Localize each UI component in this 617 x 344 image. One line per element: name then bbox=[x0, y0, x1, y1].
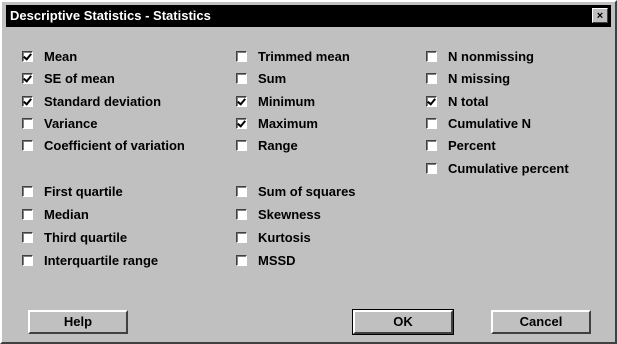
checkbox-label: Cumulative percent bbox=[448, 160, 569, 176]
checkbox-box[interactable] bbox=[22, 208, 33, 220]
checkbox-box[interactable] bbox=[22, 95, 33, 107]
checkbox-box[interactable] bbox=[236, 95, 247, 107]
checkbox-box[interactable] bbox=[426, 162, 437, 174]
checkbox-box[interactable] bbox=[236, 231, 247, 243]
checkbox-label: Coefficient of variation bbox=[44, 137, 185, 153]
checkbox-minimum[interactable]: Minimum bbox=[236, 92, 315, 110]
checkbox-cumulative-percent[interactable]: Cumulative percent bbox=[426, 159, 569, 177]
checkbox-box[interactable] bbox=[22, 50, 33, 62]
checkbox-label: Sum of squares bbox=[258, 183, 356, 199]
checkbox-label: Median bbox=[44, 206, 89, 222]
checkbox-box[interactable] bbox=[426, 139, 437, 151]
checkbox-n-missing[interactable]: N missing bbox=[426, 69, 510, 87]
checkbox-box[interactable] bbox=[22, 231, 33, 243]
checkbox-coefficient-of-variation[interactable]: Coefficient of variation bbox=[22, 136, 185, 154]
checkbox-label: N missing bbox=[448, 70, 511, 86]
checkbox-skewness[interactable]: Skewness bbox=[236, 205, 321, 223]
descriptive-statistics-dialog: Descriptive Statistics - Statistics × Me… bbox=[0, 0, 617, 344]
checkbox-label: Range bbox=[258, 137, 298, 153]
checkbox-label: Cumulative N bbox=[448, 115, 532, 131]
checkbox-box[interactable] bbox=[22, 254, 33, 266]
checkbox-label: Sum bbox=[258, 70, 287, 86]
checkbox-se-of-mean[interactable]: SE of mean bbox=[22, 69, 115, 87]
checkbox-label: N total bbox=[448, 93, 489, 109]
checkbox-sum[interactable]: Sum bbox=[236, 69, 286, 87]
checkbox-label: Interquartile range bbox=[44, 252, 159, 268]
checkbox-box[interactable] bbox=[22, 139, 33, 151]
checkbox-first-quartile[interactable]: First quartile bbox=[22, 182, 123, 200]
checkbox-percent[interactable]: Percent bbox=[426, 136, 496, 154]
checkbox-label: Variance bbox=[44, 115, 98, 131]
checkbox-box[interactable] bbox=[236, 208, 247, 220]
checkbox-kurtosis[interactable]: Kurtosis bbox=[236, 228, 311, 246]
checkbox-label: First quartile bbox=[44, 183, 123, 199]
help-button[interactable]: Help bbox=[28, 310, 128, 334]
checkbox-box[interactable] bbox=[22, 185, 33, 197]
checkbox-median[interactable]: Median bbox=[22, 205, 89, 223]
checkbox-label: Percent bbox=[448, 137, 496, 153]
checkbox-label: MSSD bbox=[258, 252, 296, 268]
checkbox-label: Trimmed mean bbox=[258, 48, 350, 64]
checkbox-box[interactable] bbox=[22, 117, 33, 129]
checkbox-box[interactable] bbox=[426, 95, 437, 107]
checkbox-box[interactable] bbox=[236, 139, 247, 151]
checkbox-box[interactable] bbox=[22, 72, 33, 84]
cancel-button[interactable]: Cancel bbox=[491, 310, 591, 334]
checkbox-maximum[interactable]: Maximum bbox=[236, 114, 318, 132]
checkbox-box[interactable] bbox=[426, 117, 437, 129]
checkbox-label: Mean bbox=[44, 48, 78, 64]
checkbox-box[interactable] bbox=[236, 185, 247, 197]
checkbox-box[interactable] bbox=[236, 254, 247, 266]
checkbox-trimmed-mean[interactable]: Trimmed mean bbox=[236, 47, 350, 65]
checkbox-box[interactable] bbox=[426, 50, 437, 62]
checkbox-label: Minimum bbox=[258, 93, 316, 109]
title-bar: Descriptive Statistics - Statistics × bbox=[6, 5, 611, 27]
close-icon[interactable]: × bbox=[592, 8, 608, 23]
checkbox-label: Maximum bbox=[258, 115, 318, 131]
checkbox-box[interactable] bbox=[236, 72, 247, 84]
checkbox-range[interactable]: Range bbox=[236, 136, 298, 154]
checkbox-variance[interactable]: Variance bbox=[22, 114, 98, 132]
checkbox-box[interactable] bbox=[236, 50, 247, 62]
checkbox-third-quartile[interactable]: Third quartile bbox=[22, 228, 127, 246]
dialog-title: Descriptive Statistics - Statistics bbox=[10, 8, 211, 23]
checkbox-box[interactable] bbox=[236, 117, 247, 129]
checkbox-label: SE of mean bbox=[44, 70, 115, 86]
ok-button[interactable]: OK bbox=[352, 309, 454, 335]
checkbox-label: Kurtosis bbox=[258, 229, 311, 245]
checkbox-label: N nonmissing bbox=[448, 48, 534, 64]
checkbox-n-total[interactable]: N total bbox=[426, 92, 488, 110]
checkbox-box[interactable] bbox=[426, 72, 437, 84]
checkbox-standard-deviation[interactable]: Standard deviation bbox=[22, 92, 161, 110]
checkbox-cumulative-n[interactable]: Cumulative N bbox=[426, 114, 531, 132]
checkbox-label: Third quartile bbox=[44, 229, 128, 245]
checkbox-interquartile-range[interactable]: Interquartile range bbox=[22, 251, 158, 269]
checkbox-label: Standard deviation bbox=[44, 93, 162, 109]
checkbox-sum-of-squares[interactable]: Sum of squares bbox=[236, 182, 356, 200]
checkbox-mean[interactable]: Mean bbox=[22, 47, 77, 65]
checkbox-label: Skewness bbox=[258, 206, 321, 222]
checkbox-n-nonmissing[interactable]: N nonmissing bbox=[426, 47, 534, 65]
checkbox-mssd[interactable]: MSSD bbox=[236, 251, 296, 269]
